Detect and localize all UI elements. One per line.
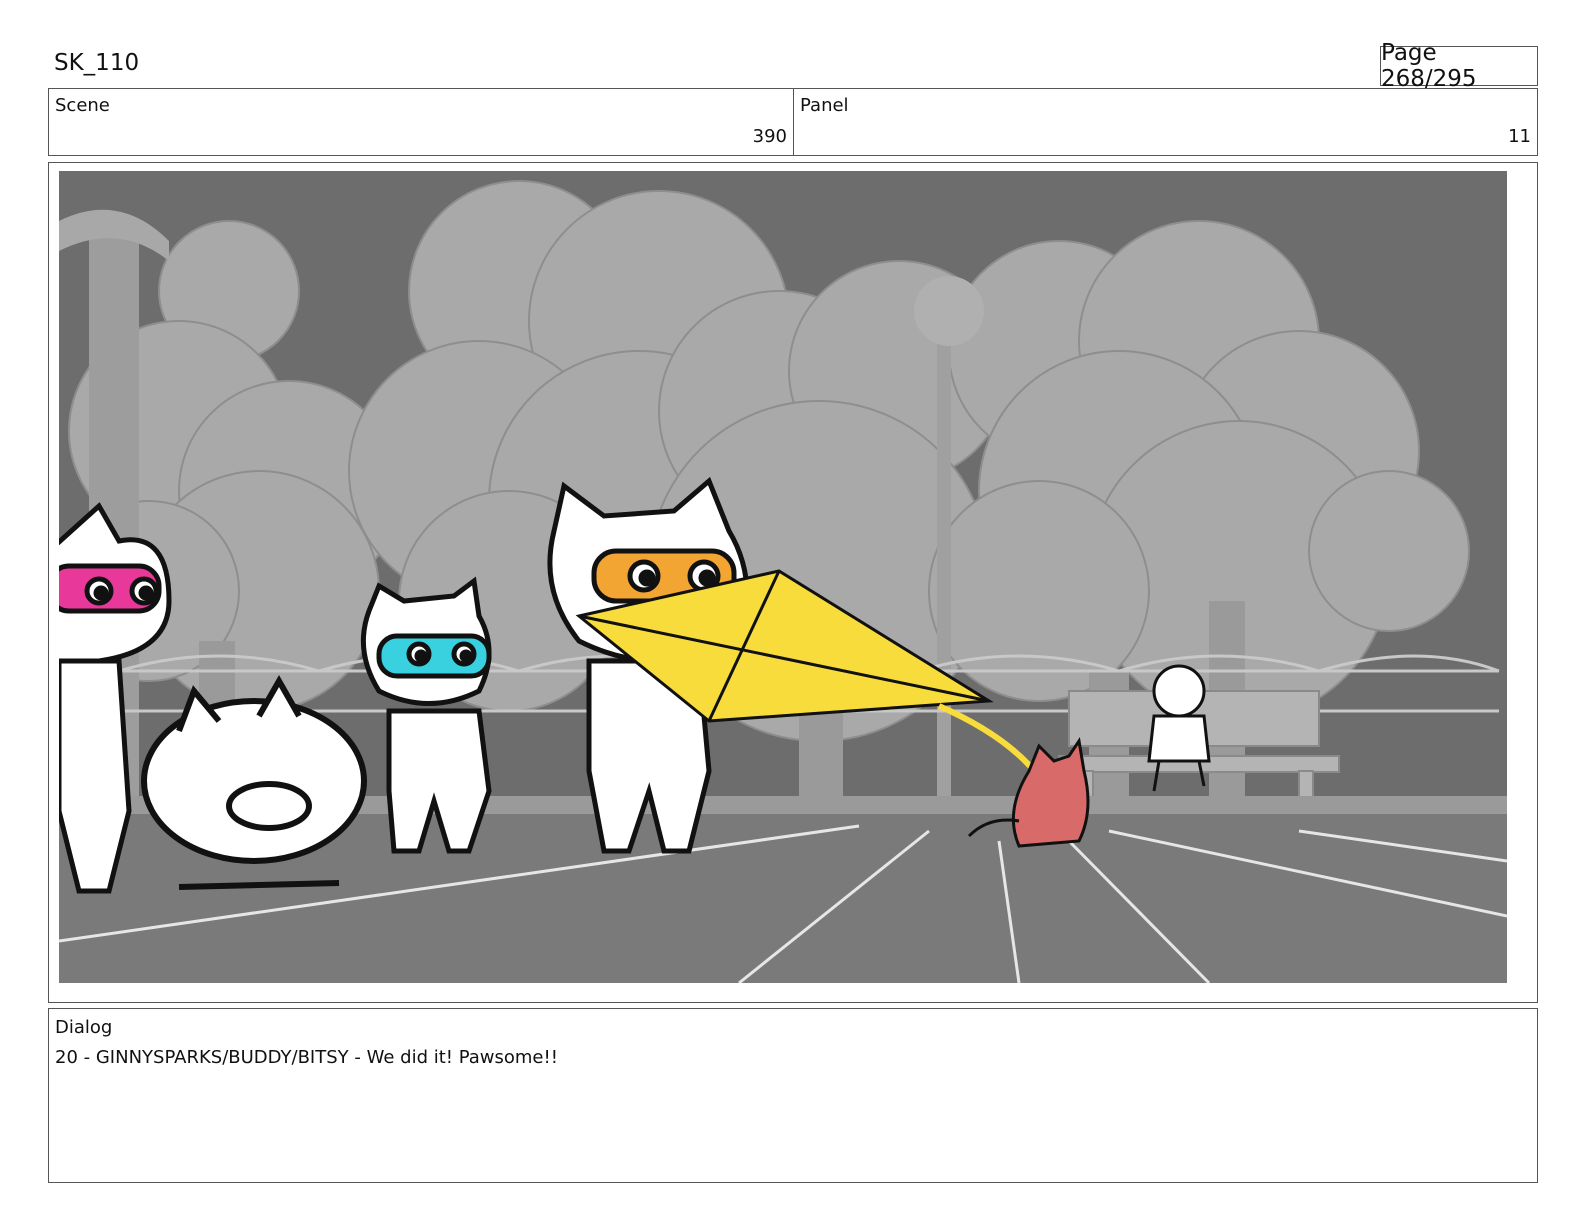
panel-cell: Panel 11 [794,89,1537,155]
storyboard-frame [48,162,1538,1003]
storyboard-image [59,171,1507,983]
dialog-box: Dialog 20 - GINNYSPARKS/BUDDY/BITSY - We… [48,1008,1538,1183]
panel-label: Panel [800,95,849,116]
info-row: Scene 390 Panel 11 [48,88,1538,156]
scene-number: 390 [752,126,787,147]
page-number: Page 268/295 [1380,40,1538,92]
sheet-id: SK_110 [54,50,140,76]
panel-number: 11 [1508,126,1531,147]
street-lamp-pole [937,341,951,811]
dialog-line: 20 - GINNYSPARKS/BUDDY/BITSY - We did it… [55,1047,558,1068]
scene-cell: Scene 390 [49,89,794,155]
street-lamp-head [914,276,984,346]
dialog-label: Dialog [55,1017,113,1038]
scene-label: Scene [55,95,110,116]
